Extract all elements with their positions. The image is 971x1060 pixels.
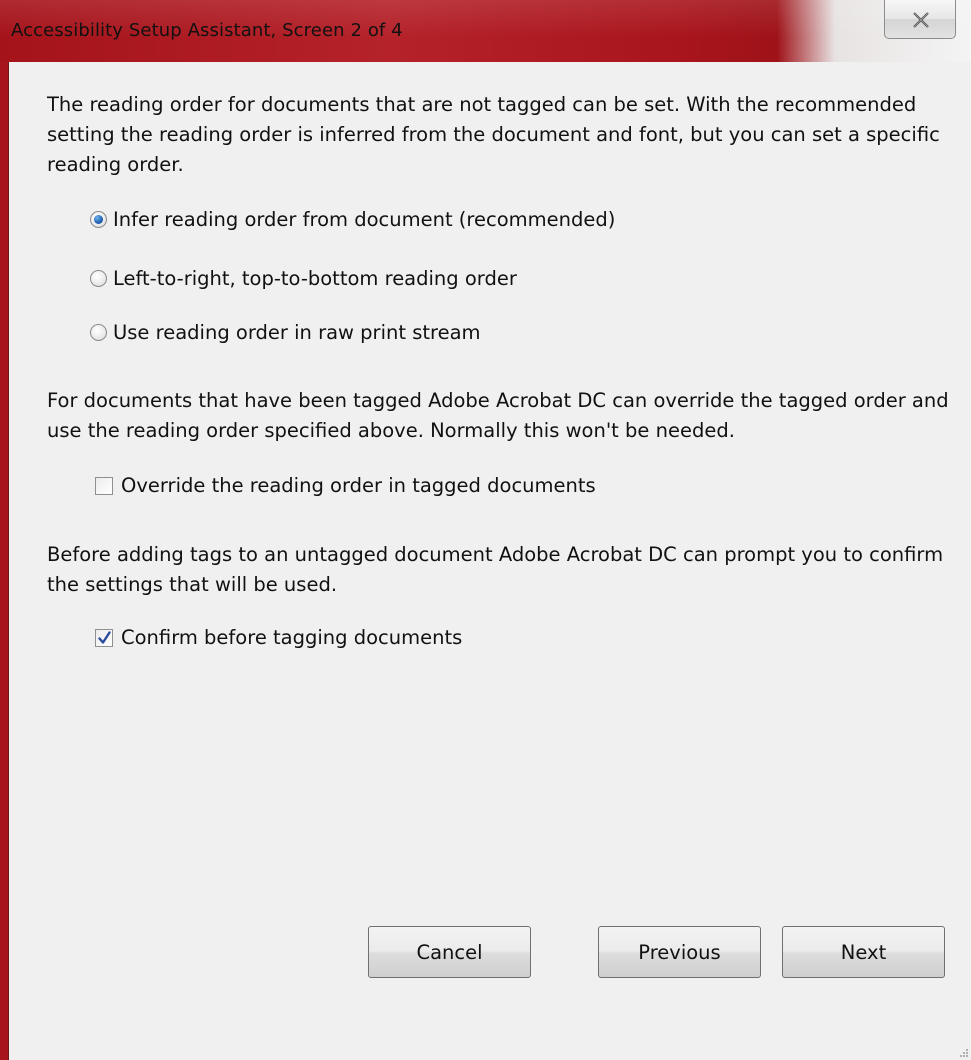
- close-button[interactable]: [884, 0, 956, 39]
- cancel-button[interactable]: Cancel: [368, 926, 531, 978]
- radio-button[interactable]: [90, 324, 107, 341]
- override-checkbox[interactable]: [95, 476, 113, 495]
- previous-button[interactable]: Previous: [598, 926, 761, 978]
- intro-text: The reading order for documents that are…: [47, 93, 940, 176]
- radio-raw-print-stream-order[interactable]: Use reading order in raw print stream: [90, 321, 481, 344]
- next-button[interactable]: Next: [782, 926, 945, 978]
- checkmark-icon: [98, 630, 111, 644]
- radio-label: Infer reading order from document (recom…: [113, 208, 616, 231]
- radio-button-selected[interactable]: [90, 211, 107, 228]
- checkbox-label: Override the reading order in tagged doc…: [121, 474, 596, 497]
- title-bar[interactable]: Accessibility Setup Assistant, Screen 2 …: [0, 0, 971, 62]
- dialog-body: The reading order for documents that are…: [8, 62, 971, 1060]
- radio-infer-reading-order[interactable]: Infer reading order from document (recom…: [90, 208, 615, 231]
- radio-button[interactable]: [90, 270, 107, 287]
- tagged-documents-text: For documents that have been tagged Adob…: [47, 389, 949, 442]
- override-reading-order-option[interactable]: Override the reading order in tagged doc…: [95, 474, 596, 497]
- radio-label: Use reading order in raw print stream: [113, 321, 481, 344]
- radio-label: Left-to-right, top-to-bottom reading ord…: [113, 267, 517, 290]
- checkbox-label: Confirm before tagging documents: [121, 626, 463, 649]
- window-title: Accessibility Setup Assistant, Screen 2 …: [11, 20, 403, 41]
- confirm-settings-text: Before adding tags to an untagged docume…: [47, 543, 944, 596]
- confirm-checkbox[interactable]: [95, 628, 113, 647]
- dialog-window: Accessibility Setup Assistant, Screen 2 …: [0, 0, 971, 1060]
- radio-left-to-right-order[interactable]: Left-to-right, top-to-bottom reading ord…: [90, 267, 517, 290]
- close-icon: [913, 12, 929, 28]
- resize-grip-icon[interactable]: [959, 1048, 969, 1058]
- confirm-before-tagging-option[interactable]: Confirm before tagging documents: [95, 626, 462, 649]
